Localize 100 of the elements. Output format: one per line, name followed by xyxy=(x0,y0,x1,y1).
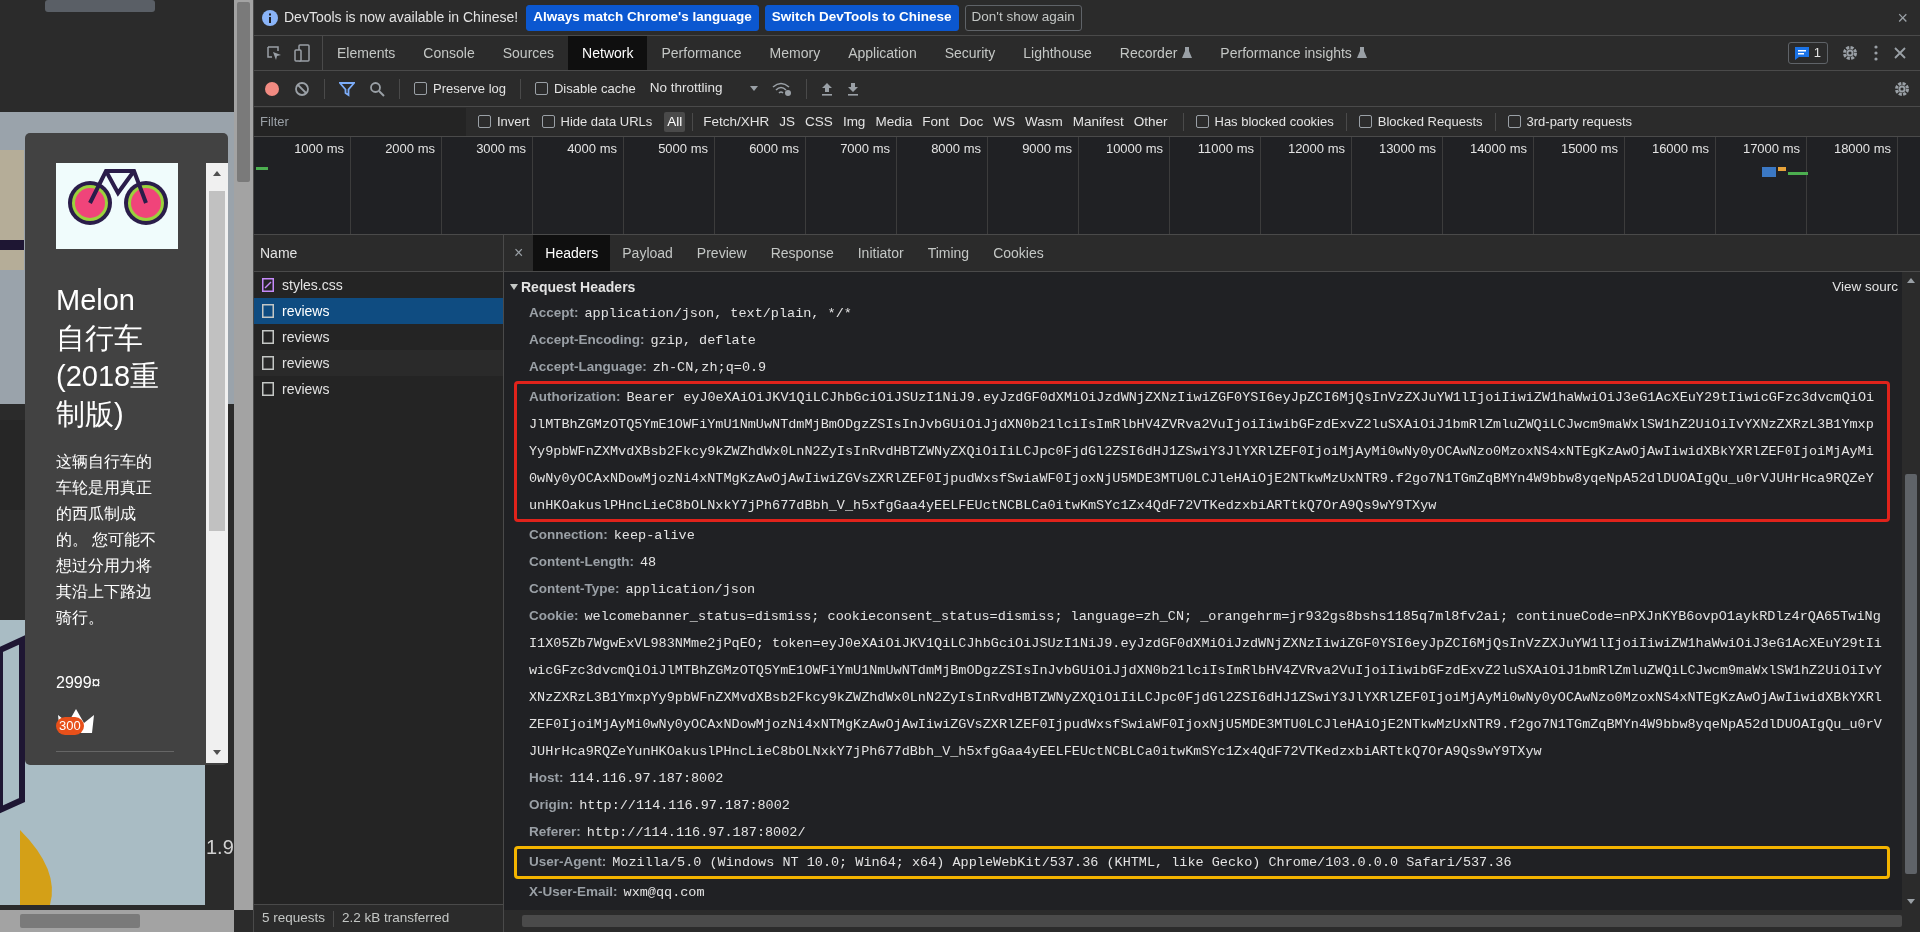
tab[interactable]: Elements xyxy=(323,36,410,70)
checkbox[interactable]: 3rd-party requests xyxy=(1507,111,1632,132)
tick-label: 18000 ms xyxy=(1833,140,1891,158)
tab[interactable]: Memory xyxy=(755,36,835,70)
checkbox[interactable]: Blocked Requests xyxy=(1358,111,1483,132)
tab[interactable]: Payload xyxy=(610,235,685,271)
filter-icon[interactable] xyxy=(339,80,355,97)
header-line: User-Agent: Mozilla/5.0 (Windows NT 10.0; Win64; x64) AppleWebKit/537.36 (KHTML, like Gecko) Chrome/103.0.0.0 Safari/537.36 xyxy=(529,853,1513,872)
button[interactable]: Always match Chrome's language xyxy=(526,4,759,31)
header-line: X-User-Email: wxm@qq.com xyxy=(529,883,706,902)
tab[interactable]: Timing xyxy=(915,235,982,271)
header-line: Accept-Language: zh-CN,zh;q=0.9 xyxy=(529,358,768,377)
filter-chip[interactable]: Wasm xyxy=(1021,111,1066,132)
tick-label: 2000 ms xyxy=(385,140,435,158)
info-icon xyxy=(262,9,278,26)
button[interactable]: Switch DevTools to Chinese xyxy=(764,4,959,31)
tab[interactable]: Response xyxy=(758,235,846,271)
header-line: Origin: http://114.116.97.187:8002 xyxy=(529,796,791,815)
tick-label: 4000 ms xyxy=(567,140,617,158)
tick-label: 6000 ms xyxy=(749,140,799,158)
document-icon xyxy=(262,356,274,370)
tab[interactable]: Preview xyxy=(684,235,759,271)
inspect-icon[interactable] xyxy=(266,45,282,61)
filter-chip[interactable]: Media xyxy=(872,111,916,132)
flask-icon xyxy=(1356,47,1367,59)
checkbox[interactable]: Hide data URLs xyxy=(541,111,653,132)
checkbox[interactable]: Invert xyxy=(478,111,530,132)
info-message: DevTools is now available in Chinese! xyxy=(284,8,519,27)
caret-icon xyxy=(750,86,759,91)
header-line: Referer: http://114.116.97.187:8002/ xyxy=(529,823,807,842)
checkbox[interactable]: Disable cache xyxy=(535,78,636,99)
record-icon[interactable] xyxy=(264,80,280,97)
tab[interactable]: Recorder xyxy=(1105,36,1207,70)
tab[interactable]: Performance insights xyxy=(1206,36,1381,70)
filter-chip[interactable]: Other xyxy=(1130,111,1171,132)
up-arrow-icon[interactable] xyxy=(1906,276,1916,284)
request-row[interactable]: reviews xyxy=(254,350,503,376)
button[interactable]: Don't show again xyxy=(964,4,1082,31)
tick-label: 7000 ms xyxy=(840,140,890,158)
message-icon xyxy=(1794,46,1809,60)
filter-chip[interactable]: Font xyxy=(919,111,953,132)
download-icon[interactable] xyxy=(847,81,860,96)
tab[interactable]: Lighthouse xyxy=(1009,36,1106,70)
header-line: Connection: keep-alive xyxy=(529,526,696,545)
settings-icon[interactable] xyxy=(1842,45,1858,61)
tick-label: 16000 ms xyxy=(1651,140,1709,158)
down-arrow-icon[interactable] xyxy=(1906,898,1916,906)
tick-label: 11000 ms xyxy=(1197,140,1254,158)
tick-label: 1000 ms xyxy=(294,140,344,158)
close-icon[interactable] xyxy=(1894,47,1906,59)
request-row[interactable]: reviews xyxy=(254,298,503,324)
tab[interactable]: Cookies xyxy=(981,235,1056,271)
issues-button[interactable]: 1 xyxy=(1787,42,1828,64)
upload-icon[interactable] xyxy=(821,81,834,96)
close-button[interactable]: × xyxy=(1893,8,1912,27)
filter-chip[interactable]: Doc xyxy=(956,111,987,132)
wifi-settings-icon[interactable] xyxy=(772,80,793,97)
filter-chip[interactable]: Img xyxy=(839,111,869,132)
filter-field[interactable]: Filter xyxy=(254,107,466,136)
stylesheet-icon xyxy=(262,278,274,292)
filter-chip[interactable]: JS xyxy=(776,111,799,132)
tick-label: 3000 ms xyxy=(476,140,526,158)
tick-label: 9000 ms xyxy=(1022,140,1072,158)
filter-chip[interactable]: Fetch/XHR xyxy=(700,111,773,132)
request-bar xyxy=(1762,167,1810,177)
tab[interactable]: Network xyxy=(568,36,648,70)
settings-icon[interactable] xyxy=(1894,80,1910,97)
flask-icon xyxy=(1182,47,1193,59)
tick-label: 15000 ms xyxy=(1560,140,1618,158)
close-button[interactable]: × xyxy=(504,235,534,271)
filter-chip[interactable]: WS xyxy=(990,111,1018,132)
checkbox[interactable]: Has blocked cookies xyxy=(1195,111,1334,132)
device-icon[interactable] xyxy=(294,44,310,62)
view-source-link[interactable]: View sourc xyxy=(1832,276,1898,298)
throttling-dropdown[interactable]: No throttling xyxy=(649,78,759,99)
tick-label: 13000 ms xyxy=(1378,140,1436,158)
filter-chip[interactable]: Manifest xyxy=(1069,111,1127,132)
status-text: 2.2 kB transferred xyxy=(342,909,450,928)
tab[interactable]: Performance xyxy=(647,36,756,70)
document-icon xyxy=(262,330,274,344)
tick-label: 8000 ms xyxy=(931,140,981,158)
tab[interactable]: Security xyxy=(930,36,1010,70)
section-header[interactable]: Request Headers xyxy=(510,276,636,298)
header-line: Cookie: welcomebanner_status=dismiss; cookieconsent_status=dismiss; language=zh_CN; _orangehrm=jr932gs8bshs1185q7ml8fv2ai; continueCode=nPXJnKYB6ovpO1aykRDlz4rQA65TwiNgI1X05Zb7WgwExVL983NMme2jPqEO; token=eyJ0eXAiOiJKV1QiLCJhbGciOiJSUzI1NiJ9.eyJzdGF0dXMiOiJzdWNjZXNzIiwiZGF0YSI6eyJpZCI6MjQsInVzZXJuYW1lIjoiIiwiZW1haWwiOiJ3eG1AcXEuY29tIiwicGFzc3dvcmQiOiJlMTBhZGMzOTQ5YmE1OWFiYmU1NmUwNTdmMjBmODgzZSIsInJvbGUiOiJjdXN0b21lciIsImRlbHV4ZVRva2VuIjoiIiwibGFzdExvZ2luSXAiOiJ1bmRlZmluZWQiLCJwcm9maWxlSW1hZ2UiOiIvYXNzZXRzL3B1YmxpYy9pbWFnZXMvdXBsb2Fkcy9kZWZhdWx0LnN2ZyIsInRvdHBTZWNyZXQiOiIiLCJpc0FjdGl2ZSI6dHJ1ZSwiY3JlYXRlZEF0IjoiMjAyMi0wNy0yOCAwNzo0MzoxNS4xNTEgKzAwOjAwIiwidXBkYXRlZEF0IjoiMjAyMi0wNy0yOCAxNDowMjozNi4xNTMgKzAwOjAwIiwiZGVsZXRlZEF0IjpudWxsfSwiaWF0IjoxNjU5MDE3MTU0LCJleHAiOjE2NTkwMzUxNTR9.f2go7N1TGmZqBMYn4W9bbw8yqeNpA52dlDUOAIgQu_u0rVJUHrHca9RQZeYunHKOakuslPHncLieC8bOLNxkY7jPh677dBbh_V_h5xfgGaa4yEELFEUctNCBLCa0itwKmSYc1Zx4QdF72VTKedzxbiARTtkQ7OrA9Qs9wY9TXyw xyxy=(529,607,1883,761)
tab[interactable]: Initiator xyxy=(845,235,916,271)
more-icon[interactable] xyxy=(1874,45,1878,61)
tab[interactable]: Application xyxy=(834,36,931,70)
header-line: Accept: application/json, text/plain, */* xyxy=(529,304,853,323)
tab[interactable]: Sources xyxy=(488,36,569,70)
document-icon xyxy=(262,382,274,396)
tick-label: 17000 ms xyxy=(1742,140,1800,158)
tab[interactable]: Headers xyxy=(533,235,611,271)
clear-icon[interactable] xyxy=(294,80,310,97)
tab[interactable]: Console xyxy=(409,36,489,70)
header-line: Accept-Encoding: gzip, deflate xyxy=(529,331,757,350)
checkbox[interactable]: Preserve log xyxy=(414,78,506,99)
filter-chip[interactable]: All xyxy=(664,111,686,132)
search-icon[interactable] xyxy=(369,80,385,97)
filter-chip[interactable]: CSS xyxy=(802,111,836,132)
column-header: Name xyxy=(260,243,298,263)
